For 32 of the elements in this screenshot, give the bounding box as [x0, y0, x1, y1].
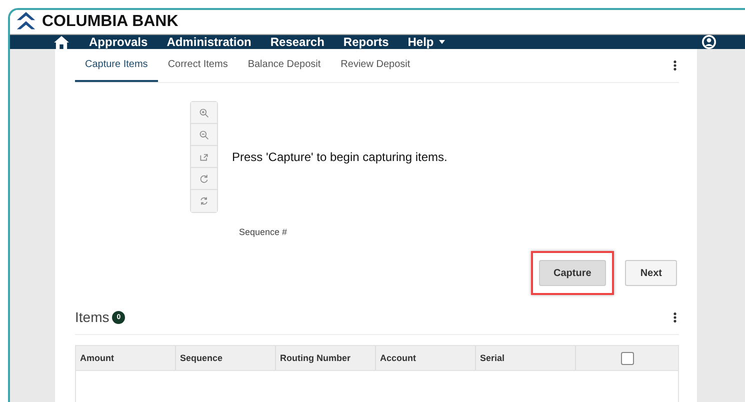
column-header: Routing Number: [276, 346, 376, 370]
caret-icon: [438, 40, 445, 44]
brand-name: COLUMBIA BANK: [42, 13, 178, 31]
column-header: Account: [376, 346, 476, 370]
tab[interactable]: Correct Items: [158, 49, 238, 82]
home-icon[interactable]: [54, 36, 69, 48]
action-button[interactable]: Next: [625, 260, 677, 286]
nav-item[interactable]: Approvals: [89, 35, 148, 49]
refresh-icon: [199, 196, 209, 206]
more-icon[interactable]: [673, 312, 677, 322]
sequence-label: Sequence #: [239, 227, 288, 237]
zoom-out-icon: [199, 130, 209, 140]
tab[interactable]: Balance Deposit: [238, 49, 331, 82]
action-button[interactable]: Capture: [538, 260, 606, 286]
nav-item[interactable]: Research: [270, 35, 324, 49]
more-icon[interactable]: [673, 60, 677, 71]
zoom-in-icon: [199, 108, 209, 118]
tab[interactable]: Review Deposit: [330, 49, 420, 82]
user-icon[interactable]: [702, 35, 716, 49]
export-icon: [199, 152, 209, 162]
items-title: Items: [75, 309, 110, 325]
column-header: Serial: [476, 346, 576, 370]
capture-message: Press 'Capture' to begin capturing items.: [232, 150, 448, 164]
tab[interactable]: Capture Items: [75, 49, 158, 82]
zoom-in-button[interactable]: [191, 102, 217, 124]
nav-item[interactable]: Help: [408, 35, 445, 49]
column-header: Sequence: [176, 346, 276, 370]
nav-item[interactable]: Reports: [343, 35, 389, 49]
nav-item[interactable]: Administration: [166, 35, 252, 49]
column-header: Amount: [76, 346, 176, 370]
select-all-checkbox[interactable]: [620, 352, 634, 364]
rotate-icon: [199, 174, 209, 184]
